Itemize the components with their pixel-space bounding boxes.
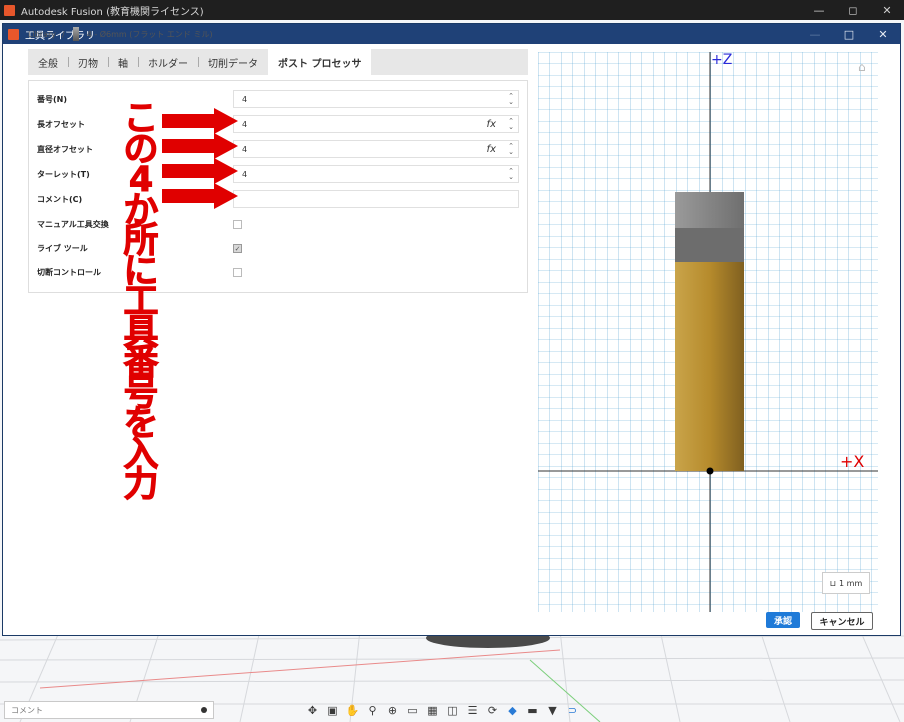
restore-button[interactable]: ◻ bbox=[836, 4, 870, 17]
scale-bar-label: 1 mm bbox=[839, 578, 863, 588]
manual-tool-change-checkbox[interactable] bbox=[233, 219, 242, 229]
tool-holder-upper bbox=[675, 192, 744, 228]
comment-row: コメント(C) bbox=[29, 187, 527, 211]
breadcrumb-separator: / bbox=[61, 29, 65, 39]
tab-shaft[interactable]: 軸 bbox=[108, 49, 138, 75]
comment-toggle-icon[interactable] bbox=[201, 707, 207, 713]
tool-body bbox=[675, 262, 744, 471]
view-icon[interactable]: ◫ bbox=[444, 704, 461, 717]
diameter-offset-label: 直径オフセット bbox=[37, 144, 93, 154]
app-window-controls: — ◻ ✕ bbox=[802, 4, 904, 17]
length-offset-row: 長オフセット 4 fx ⌃ ⌄ bbox=[29, 112, 527, 136]
capture-icon[interactable]: ▣ bbox=[324, 704, 341, 717]
arrow-length-offset-icon bbox=[162, 133, 238, 159]
fusion-logo-icon bbox=[4, 4, 15, 16]
diameter-offset-row: 直径オフセット 4 fx ⌃ ⌄ bbox=[29, 137, 527, 161]
navigation-toolbar: ✥ ▣ ✋ ⚲ ⊕ ▭ ▦ ◫ ☰ ⟳ ◆ ▬ ▼ ⊃ bbox=[304, 701, 581, 719]
turret-label: ターレット(T) bbox=[37, 169, 90, 179]
dialog-minimize-button[interactable]: — bbox=[798, 28, 832, 41]
number-row: 番号(N) 4 ⌃ ⌄ bbox=[29, 87, 527, 111]
length-offset-spinner-icon[interactable]: ⌃ ⌄ bbox=[506, 118, 516, 131]
dialog-maximize-button[interactable]: □ bbox=[832, 28, 866, 41]
dialog-window-controls: — □ ✕ bbox=[798, 28, 900, 41]
orbit-icon[interactable]: ⟳ bbox=[484, 704, 501, 717]
dialog-close-button[interactable]: ✕ bbox=[866, 28, 900, 41]
origin-point bbox=[706, 467, 714, 475]
cancel-button[interactable]: キャンセル bbox=[811, 612, 873, 630]
comment-input[interactable]: コメント bbox=[4, 701, 214, 719]
minimize-button[interactable]: — bbox=[802, 4, 836, 17]
scale-bar: ⊔ 1 mm bbox=[822, 572, 870, 594]
tab-holder[interactable]: ホルダー bbox=[138, 49, 198, 75]
tab-cutting-data[interactable]: 切削データ bbox=[198, 49, 268, 75]
length-offset-label: 長オフセット bbox=[37, 119, 85, 129]
diameter-offset-field[interactable]: 4 fx ⌃ ⌄ bbox=[233, 140, 519, 158]
expression-icon[interactable]: fx bbox=[487, 144, 496, 155]
appearance-icon[interactable]: ◆ bbox=[504, 704, 521, 717]
comment-label: コメント(C) bbox=[37, 194, 83, 204]
turret-field[interactable]: 4 ⌃ ⌄ bbox=[233, 165, 519, 183]
break-control-row: 切断コントロール bbox=[29, 260, 527, 284]
expression-icon[interactable]: fx bbox=[487, 119, 496, 130]
comment-field[interactable] bbox=[233, 190, 519, 208]
move-icon[interactable]: ✥ bbox=[304, 704, 321, 717]
tool-settings-panel: Library / 4 - Ø6mm (フラット エンド ミル) 全般 刃物 軸… bbox=[28, 25, 528, 293]
number-value: 4 bbox=[242, 94, 248, 104]
arrow-number-icon bbox=[162, 108, 238, 134]
arrow-diameter-offset-icon bbox=[162, 158, 238, 184]
grid-icon[interactable]: ▦ bbox=[424, 704, 441, 717]
length-offset-field[interactable]: 4 fx ⌃ ⌄ bbox=[233, 115, 519, 133]
live-tool-label: ライブ ツール bbox=[37, 243, 88, 253]
fusion-logo-icon bbox=[8, 28, 19, 40]
tab-general[interactable]: 全般 bbox=[28, 49, 68, 75]
live-tool-row: ライブ ツール ✓ bbox=[29, 236, 527, 260]
break-control-checkbox[interactable] bbox=[233, 267, 242, 277]
accept-button[interactable]: 承認 bbox=[766, 612, 800, 628]
number-label: 番号(N) bbox=[37, 94, 68, 104]
layout-icon[interactable]: ☰ bbox=[464, 704, 481, 717]
snap-icon[interactable]: ⊃ bbox=[564, 704, 581, 717]
app-titlebar: Autodesk Fusion (教育機関ライセンス) — ◻ ✕ bbox=[0, 0, 904, 20]
break-control-label: 切断コントロール bbox=[37, 267, 101, 277]
tool-preview[interactable] bbox=[538, 52, 878, 612]
effects-icon[interactable]: ▬ bbox=[524, 704, 541, 717]
home-icon[interactable]: ⌂ bbox=[858, 60, 872, 74]
tool-holder-lower bbox=[675, 228, 744, 262]
app-title: Autodesk Fusion (教育機関ライセンス) bbox=[21, 6, 204, 18]
diameter-offset-spinner-icon[interactable]: ⌃ ⌄ bbox=[506, 143, 516, 156]
turret-row: ターレット(T) 4 ⌃ ⌄ bbox=[29, 162, 527, 186]
tab-cutter[interactable]: 刃物 bbox=[68, 49, 108, 75]
tab-post-processor[interactable]: ポスト プロセッサ bbox=[268, 49, 372, 75]
post-processor-form: 番号(N) 4 ⌃ ⌄ 長オフセット 4 fx ⌃ ⌄ 直径オフセット 4 fx ⌃… bbox=[28, 80, 528, 293]
number-spinner-icon[interactable]: ⌃ ⌄ bbox=[506, 93, 516, 106]
display-icon[interactable]: ▭ bbox=[404, 704, 421, 717]
turret-spinner-icon[interactable]: ⌃ ⌄ bbox=[506, 168, 516, 181]
annotation-arrows bbox=[162, 108, 238, 209]
end-mill-icon bbox=[72, 27, 79, 41]
filter-icon[interactable]: ▼ bbox=[544, 704, 561, 717]
pan-icon[interactable]: ✋ bbox=[344, 704, 361, 717]
manual-tool-change-label: マニュアル工具交換 bbox=[37, 219, 109, 229]
number-field[interactable]: 4 ⌃ ⌄ bbox=[233, 90, 519, 108]
z-axis-label: +Z bbox=[711, 52, 733, 68]
manual-tool-change-row: マニュアル工具交換 bbox=[29, 212, 527, 236]
scale-bar-icon: ⊔ bbox=[829, 578, 837, 588]
comment-placeholder: コメント bbox=[11, 705, 43, 715]
close-button[interactable]: ✕ bbox=[870, 4, 904, 17]
preview-canvas bbox=[538, 52, 878, 612]
tab-bar: 全般 刃物 軸 ホルダー 切削データ ポスト プロセッサ bbox=[28, 49, 528, 75]
turret-value: 4 bbox=[242, 169, 248, 179]
breadcrumb: Library / 4 - Ø6mm (フラット エンド ミル) bbox=[28, 25, 528, 43]
live-tool-checkbox[interactable]: ✓ bbox=[233, 243, 242, 253]
fit-icon[interactable]: ⊕ bbox=[384, 704, 401, 717]
breadcrumb-library[interactable]: Library bbox=[28, 30, 56, 39]
annotation-text: この4か所に工具番号を入力 bbox=[123, 99, 159, 505]
zoom-icon[interactable]: ⚲ bbox=[364, 704, 381, 717]
arrow-turret-icon bbox=[162, 183, 238, 209]
x-axis-label: +X bbox=[840, 452, 865, 471]
diameter-offset-value: 4 bbox=[242, 144, 248, 154]
breadcrumb-tool: 4 - Ø6mm (フラット エンド ミル) bbox=[86, 29, 213, 39]
length-offset-value: 4 bbox=[242, 119, 248, 129]
